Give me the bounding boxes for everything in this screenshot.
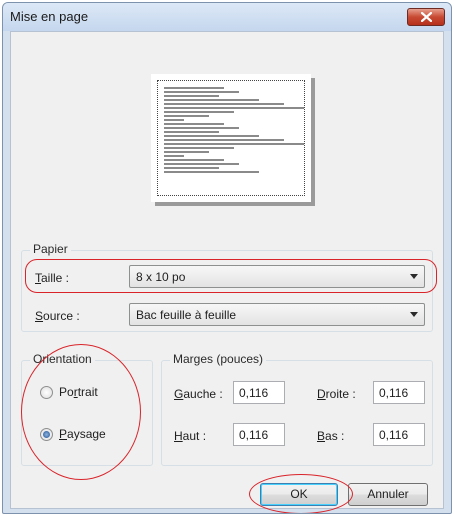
preview-text-line	[164, 131, 219, 133]
preview-text-line	[164, 95, 219, 97]
preview-text-line	[164, 91, 239, 93]
preview-text-line	[164, 123, 224, 125]
preview-margin-outline	[157, 80, 305, 196]
preview-text-line	[164, 143, 304, 145]
margin-right-input[interactable]: 0,116	[373, 381, 425, 404]
preview-text-line	[164, 163, 239, 165]
preview-text-line	[164, 127, 239, 129]
preview-text-line	[164, 87, 224, 89]
landscape-label[interactable]: Paysage	[59, 427, 106, 441]
preview-text-line	[164, 103, 284, 105]
paper-source-select[interactable]: Bac feuille à feuille	[129, 303, 425, 326]
window-title: Mise en page	[10, 9, 89, 24]
orientation-group-legend: Orientation	[30, 352, 95, 366]
landscape-radio[interactable]	[40, 428, 53, 441]
preview-text-line	[164, 119, 184, 121]
margins-group-legend: Marges (pouces)	[170, 352, 267, 366]
preview-text-line	[164, 151, 209, 153]
margin-bottom-input[interactable]: 0,116	[373, 423, 425, 446]
chevron-down-icon	[410, 312, 418, 317]
preview-text-line	[164, 155, 184, 157]
title-bar[interactable]: Mise en page	[3, 3, 451, 31]
margin-left-label: Gauche :	[174, 387, 223, 401]
preview-text-line	[164, 99, 259, 101]
preview-text-line	[164, 171, 259, 173]
chevron-down-icon	[410, 274, 418, 279]
margins-group: Marges (pouces)	[161, 352, 433, 466]
cancel-button[interactable]: Annuler	[348, 483, 428, 506]
margin-top-input[interactable]: 0,116	[233, 423, 285, 446]
preview-text-line	[164, 135, 259, 137]
page-setup-dialog: Mise en page Papier Taille : 8 x 10 po S…	[2, 2, 452, 514]
paper-group-legend: Papier	[30, 242, 71, 256]
preview-sample-text	[164, 87, 304, 175]
preview-text-line	[164, 147, 234, 149]
portrait-radio[interactable]	[40, 386, 53, 399]
paper-source-label: Source :	[35, 309, 80, 323]
preview-text-line	[164, 139, 284, 141]
portrait-label[interactable]: Portrait	[59, 385, 98, 399]
close-button[interactable]	[407, 8, 445, 26]
margin-bottom-label: Bas :	[317, 429, 345, 443]
close-icon	[421, 12, 432, 22]
margin-right-label: Droite :	[317, 387, 356, 401]
preview-text-line	[164, 111, 234, 113]
preview-text-line	[164, 167, 219, 169]
margin-left-input[interactable]: 0,116	[233, 381, 285, 404]
dialog-body: Papier Taille : 8 x 10 po Source : Bac f…	[10, 31, 444, 513]
paper-size-label: Taille :	[35, 271, 70, 285]
margin-top-label: Haut :	[174, 429, 207, 443]
page-preview	[151, 74, 311, 202]
preview-text-line	[164, 159, 224, 161]
ok-button[interactable]: OK	[260, 483, 338, 506]
orientation-group: Orientation	[21, 352, 153, 466]
paper-source-value: Bac feuille à feuille	[136, 308, 237, 322]
paper-size-select[interactable]: 8 x 10 po	[129, 265, 425, 288]
preview-text-line	[164, 115, 209, 117]
preview-text-line	[164, 107, 304, 109]
paper-size-value: 8 x 10 po	[136, 270, 186, 284]
